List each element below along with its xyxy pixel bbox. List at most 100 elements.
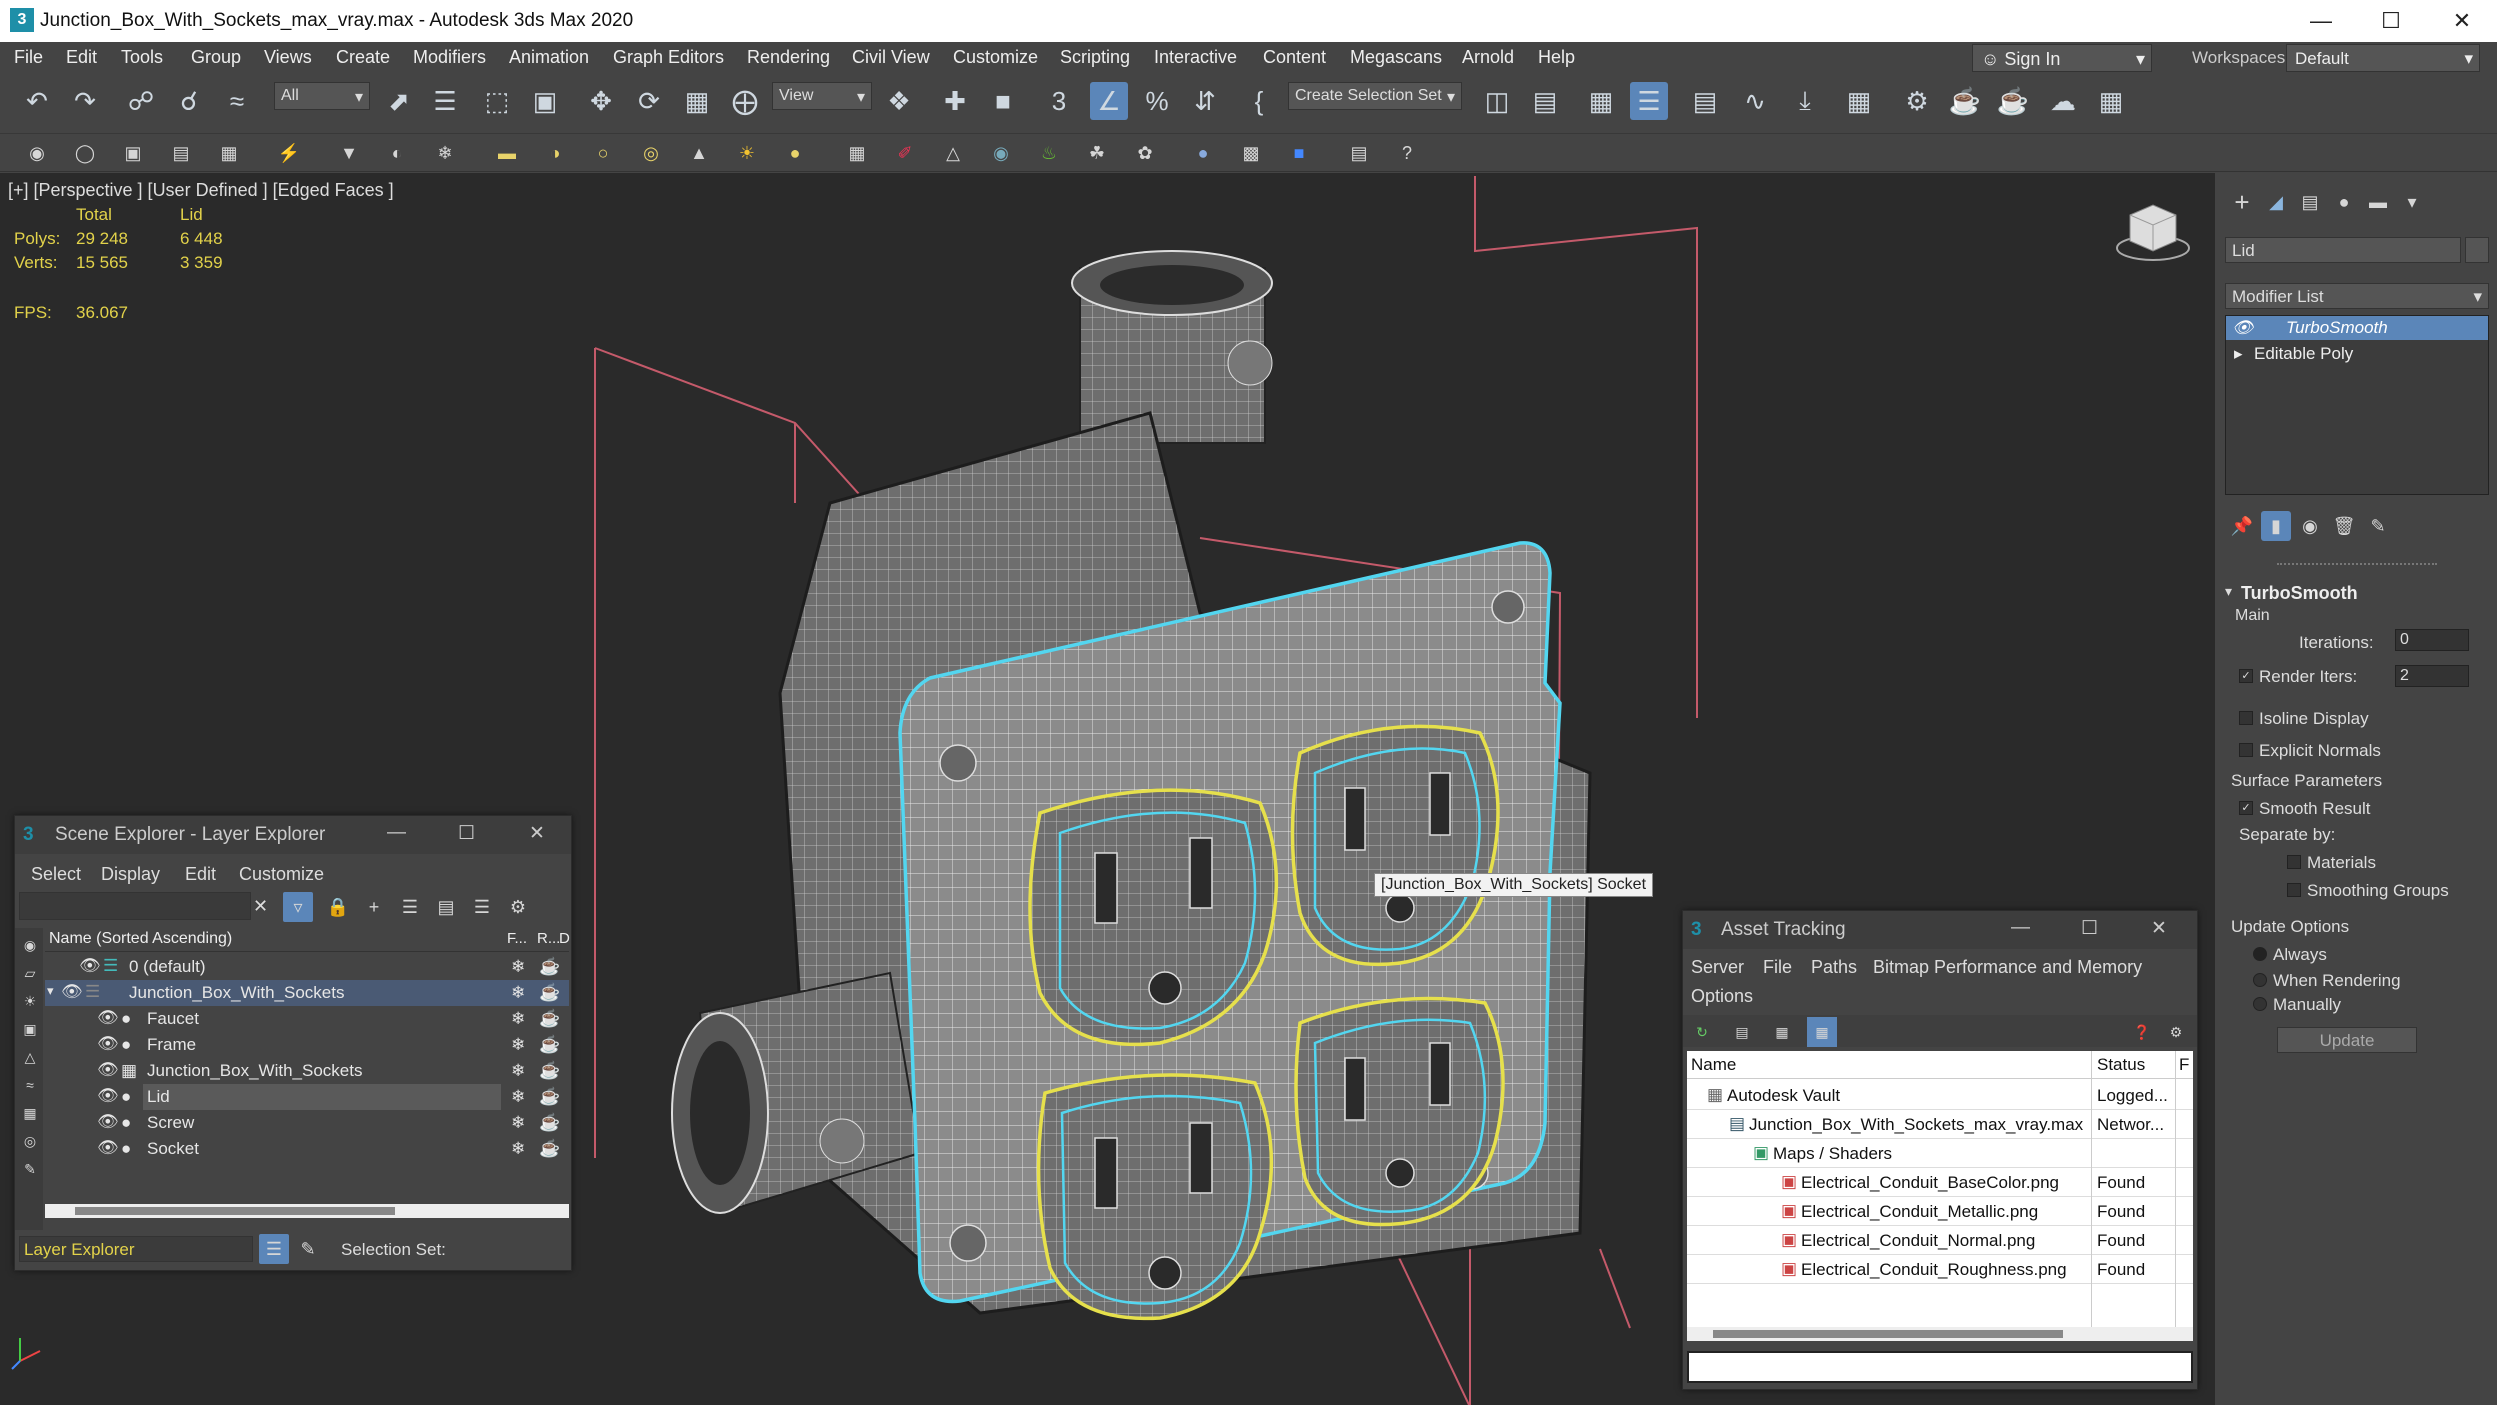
se-search-field[interactable] (19, 892, 251, 920)
layers-settings-icon[interactable]: ▤ (1344, 138, 1374, 168)
reference-coordinate-dropdown[interactable]: View ▾ (772, 82, 872, 110)
menu-rendering[interactable]: Rendering (747, 47, 830, 68)
col-name-header[interactable]: Name (1691, 1055, 1736, 1075)
select-manipulate-icon[interactable]: ✚ (936, 82, 974, 120)
hide-icon[interactable]: ◐ (382, 138, 412, 168)
sign-in-dropdown[interactable]: ☺ Sign In ▾ (1972, 44, 2152, 72)
explicit-normals-checkbox[interactable] (2239, 743, 2253, 757)
col-status-header[interactable]: Status (2097, 1055, 2145, 1075)
vfb-icon[interactable]: ■ (1284, 138, 1314, 168)
close-button[interactable]: ✕ (2427, 0, 2497, 42)
named-selection-set-dropdown[interactable]: Create Selection Set ▾ (1288, 82, 1462, 110)
cone-icon[interactable]: ▲ (684, 138, 714, 168)
undo-icon[interactable]: ↶ (18, 82, 56, 120)
render-icon[interactable]: ☕ (539, 983, 560, 1003)
asset-row[interactable]: ▣ Electrical_Conduit_BaseColor.png Found (1687, 1168, 2193, 1197)
at-scrollbar-thumb[interactable] (1713, 1330, 2063, 1338)
move-icon[interactable]: ✥ (582, 82, 620, 120)
tree-row-screw[interactable]: 👁 ● Screw ❄ ☕ (45, 1110, 569, 1136)
menu-edit[interactable]: Edit (66, 47, 97, 68)
tree-row-frame[interactable]: 👁 ● Frame ❄ ☕ (45, 1032, 569, 1058)
menu-file[interactable]: File (14, 47, 43, 68)
menu-arnold[interactable]: Arnold (1462, 47, 1514, 68)
col-extra-header[interactable]: F (2179, 1055, 2189, 1075)
groups-filter-icon[interactable]: ▦ (15, 1098, 45, 1128)
minimize-icon[interactable]: — (387, 822, 406, 844)
eye-icon[interactable]: 👁 (79, 956, 101, 976)
selection-filter-dropdown[interactable]: All ▾ (274, 82, 370, 110)
toggle-scene-explorer-icon[interactable]: ▦ (1582, 82, 1620, 120)
at-menu-options[interactable]: Options (1691, 986, 1753, 1007)
curve-editor-icon[interactable]: ∿ (1736, 82, 1774, 120)
asset-row[interactable]: ▣ Maps / Shaders (1687, 1139, 2193, 1168)
select-by-name-icon[interactable]: ☰ (426, 82, 464, 120)
menu-animation[interactable]: Animation (509, 47, 589, 68)
asset-row[interactable]: ▣ Electrical_Conduit_Metallic.png Found (1687, 1197, 2193, 1226)
se-menu-edit[interactable]: Edit (185, 864, 216, 885)
a360-gallery-icon[interactable]: ▦ (2092, 82, 2130, 120)
modify-tab-icon[interactable]: ◢ (2261, 187, 2291, 217)
schematic-view-icon[interactable]: ⤓ (1786, 82, 1824, 120)
scatter-icon[interactable]: ☘ (1082, 138, 1112, 168)
maximize-button[interactable]: ☐ (2356, 0, 2426, 42)
vault-settings-icon[interactable]: ⚙ (2161, 1017, 2191, 1047)
xrefs-filter-icon[interactable]: ◎ (15, 1126, 45, 1156)
render-icon[interactable]: ☕ (539, 1139, 560, 1159)
menu-help[interactable]: Help (1538, 47, 1575, 68)
bind-spacewarp-icon[interactable]: ≈ (218, 82, 256, 120)
layer-stack-icon[interactable]: ☰ (395, 892, 425, 922)
stack-item-turbosmooth[interactable]: 👁 TurboSmooth (2226, 316, 2488, 340)
box-primitive-icon[interactable]: ▬ (492, 138, 522, 168)
snaps-toggle-icon[interactable]: 3 (1040, 82, 1078, 120)
brush-icon[interactable]: ✐ (890, 138, 920, 168)
list-view-icon[interactable]: ▤ (1727, 1017, 1757, 1047)
col-r-header[interactable]: R... (537, 930, 560, 947)
show-end-result-icon[interactable]: ▮ (2261, 511, 2291, 541)
unlink-icon[interactable]: ☌ (170, 82, 208, 120)
align-icon[interactable]: ▤ (1526, 82, 1564, 120)
tree-row-lid[interactable]: 👁 ● Lid ❄ ☕ (45, 1084, 569, 1110)
render-icon[interactable]: ☕ (539, 1113, 560, 1133)
mirror-icon[interactable]: ◫ (1478, 82, 1516, 120)
eye-icon[interactable]: 👁 (97, 1112, 119, 1132)
xref-icon[interactable]: ▦ (214, 138, 244, 168)
light-lister-icon[interactable]: ⚡ (274, 138, 304, 168)
place-icon[interactable]: ⨁ (726, 82, 764, 120)
percent-snap-icon[interactable]: % (1138, 82, 1176, 120)
rendered-frame-window-icon[interactable]: ☕ (1946, 82, 1984, 120)
render-iters-checkbox[interactable]: ✓ (2239, 669, 2253, 683)
tree-row-default-layer[interactable]: 👁 ☰ 0 (default) ❄ ☕ (45, 954, 569, 980)
create-tab-icon[interactable]: + (2227, 187, 2257, 217)
filter-icon[interactable]: ▿ (283, 892, 313, 922)
layer-icon[interactable]: ▤ (166, 138, 196, 168)
minimize-button[interactable]: — (2286, 0, 2356, 42)
smoothing-groups-checkbox[interactable] (2287, 883, 2301, 897)
freeze-icon[interactable]: ❄ (511, 957, 525, 977)
freeze-icon[interactable]: ❄ (511, 1009, 525, 1029)
explorer-type-dropdown[interactable]: Layer Explorer (19, 1236, 253, 1262)
clear-search-icon[interactable]: ✕ (253, 896, 268, 917)
always-radio[interactable] (2253, 947, 2267, 961)
freeze-icon[interactable]: ❄ (511, 983, 525, 1003)
at-menu-paths[interactable]: Paths (1811, 957, 1857, 978)
angle-snap-icon[interactable]: ∠ (1090, 82, 1128, 120)
modifier-list-dropdown[interactable]: Modifier List ▾ (2225, 283, 2489, 309)
menu-modifiers[interactable]: Modifiers (413, 47, 486, 68)
freeze-icon[interactable]: ❄ (511, 1113, 525, 1133)
sphere-icon[interactable]: ○ (588, 138, 618, 168)
lasso-icon[interactable]: ◯ (70, 138, 100, 168)
render-icon[interactable]: ☕ (539, 1087, 560, 1107)
asset-row[interactable]: ▣ Electrical_Conduit_Roughness.png Found (1687, 1255, 2193, 1284)
edit-selection-set-icon[interactable]: ✎ (293, 1234, 323, 1264)
toggle-layer-explorer-icon[interactable]: ☰ (1630, 82, 1668, 120)
freeze-icon[interactable]: ❄ (511, 1139, 525, 1159)
minimize-icon[interactable]: — (2011, 917, 2030, 939)
vault-help-icon[interactable]: ❓ (2127, 1017, 2157, 1047)
shapes-filter-icon[interactable]: ▱ (15, 958, 45, 988)
se-menu-display[interactable]: Display (101, 864, 160, 885)
link-icon[interactable]: ☍ (122, 82, 160, 120)
cameras-filter-icon[interactable]: ▣ (15, 1014, 45, 1044)
help-icon[interactable]: ? (1392, 138, 1422, 168)
menu-customize[interactable]: Customize (953, 47, 1038, 68)
layers-icon[interactable]: ☰ (467, 892, 497, 922)
